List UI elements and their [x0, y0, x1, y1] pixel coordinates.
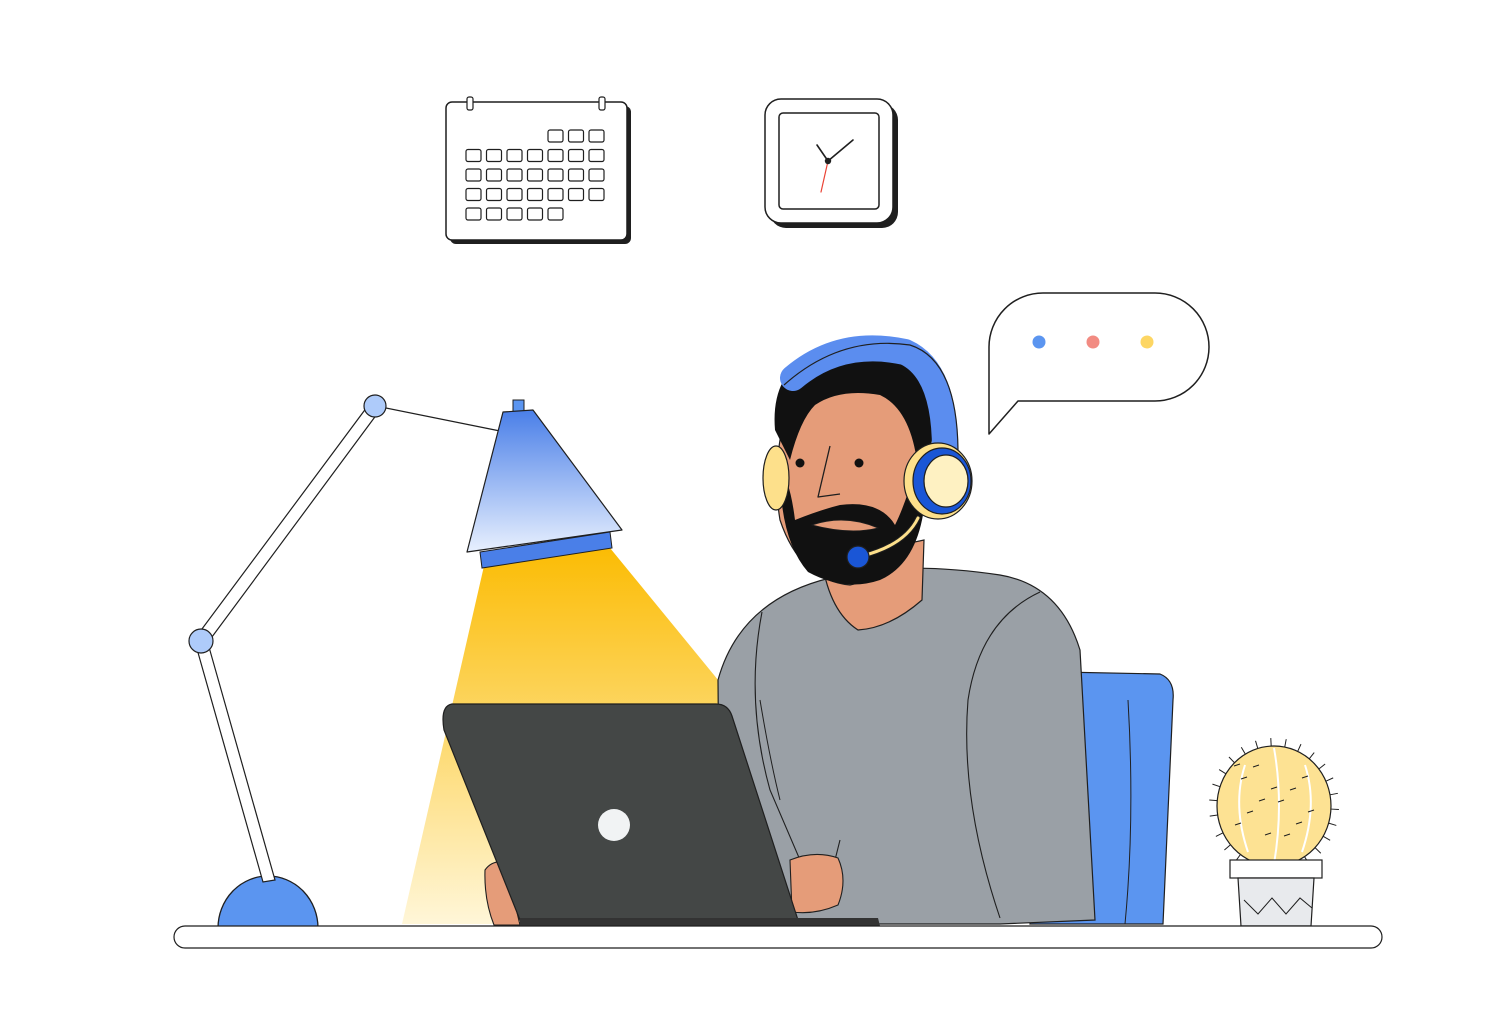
calendar-day-cell [526, 207, 544, 221]
calendar-day-cell [485, 168, 503, 182]
calendar-day-cell [567, 187, 585, 202]
right-eye [854, 458, 864, 468]
headset-left-earcup [762, 445, 790, 511]
pot-rim [1229, 859, 1323, 879]
calendar-day-cell [547, 129, 564, 143]
calendar-day-cell [465, 168, 482, 182]
desk-surface [173, 925, 1383, 949]
calendar-day-cell [567, 168, 585, 182]
calendar-day-cell [547, 148, 564, 163]
speech-bubble-icon [988, 292, 1210, 435]
calendar-day-cell [588, 168, 605, 182]
calendar-day-cell [567, 129, 585, 143]
calendar-day-cell [485, 187, 503, 202]
headset-right-earcup [903, 442, 973, 520]
calendar-day-cell [588, 187, 605, 202]
headset-microphone [846, 545, 870, 569]
calendar-day-cell [506, 207, 523, 221]
calendar-day-cell [567, 148, 585, 163]
calendar-day-cell [506, 168, 523, 182]
calendar-day-cell [526, 187, 544, 202]
wall-clock-icon [764, 98, 898, 228]
typing-dot [1086, 335, 1100, 349]
calendar-day-cell [465, 207, 482, 221]
calendar-day-cell [547, 168, 564, 182]
calendar-day-cell [465, 187, 482, 202]
calendar-day-cell [547, 207, 564, 221]
calendar-day-cell [506, 187, 523, 202]
cactus-plant [1209, 738, 1339, 927]
calendar-day-cell [526, 168, 544, 182]
typing-dot [1140, 335, 1154, 349]
left-eye [795, 458, 805, 468]
calendar-day-cell [465, 148, 482, 163]
calendar-icon [445, 96, 631, 244]
typing-dot [1032, 335, 1046, 349]
calendar-day-cell [526, 148, 544, 163]
illustration-scene [173, 96, 1383, 949]
calendar-day-cell [547, 187, 564, 202]
laptop-logo-icon [598, 809, 630, 841]
calendar-day-cell [588, 148, 605, 163]
calendar-day-cell [506, 148, 523, 163]
calendar-day-cell [485, 148, 503, 163]
calendar-day-cell [485, 207, 503, 221]
calendar-day-cell [588, 129, 605, 143]
